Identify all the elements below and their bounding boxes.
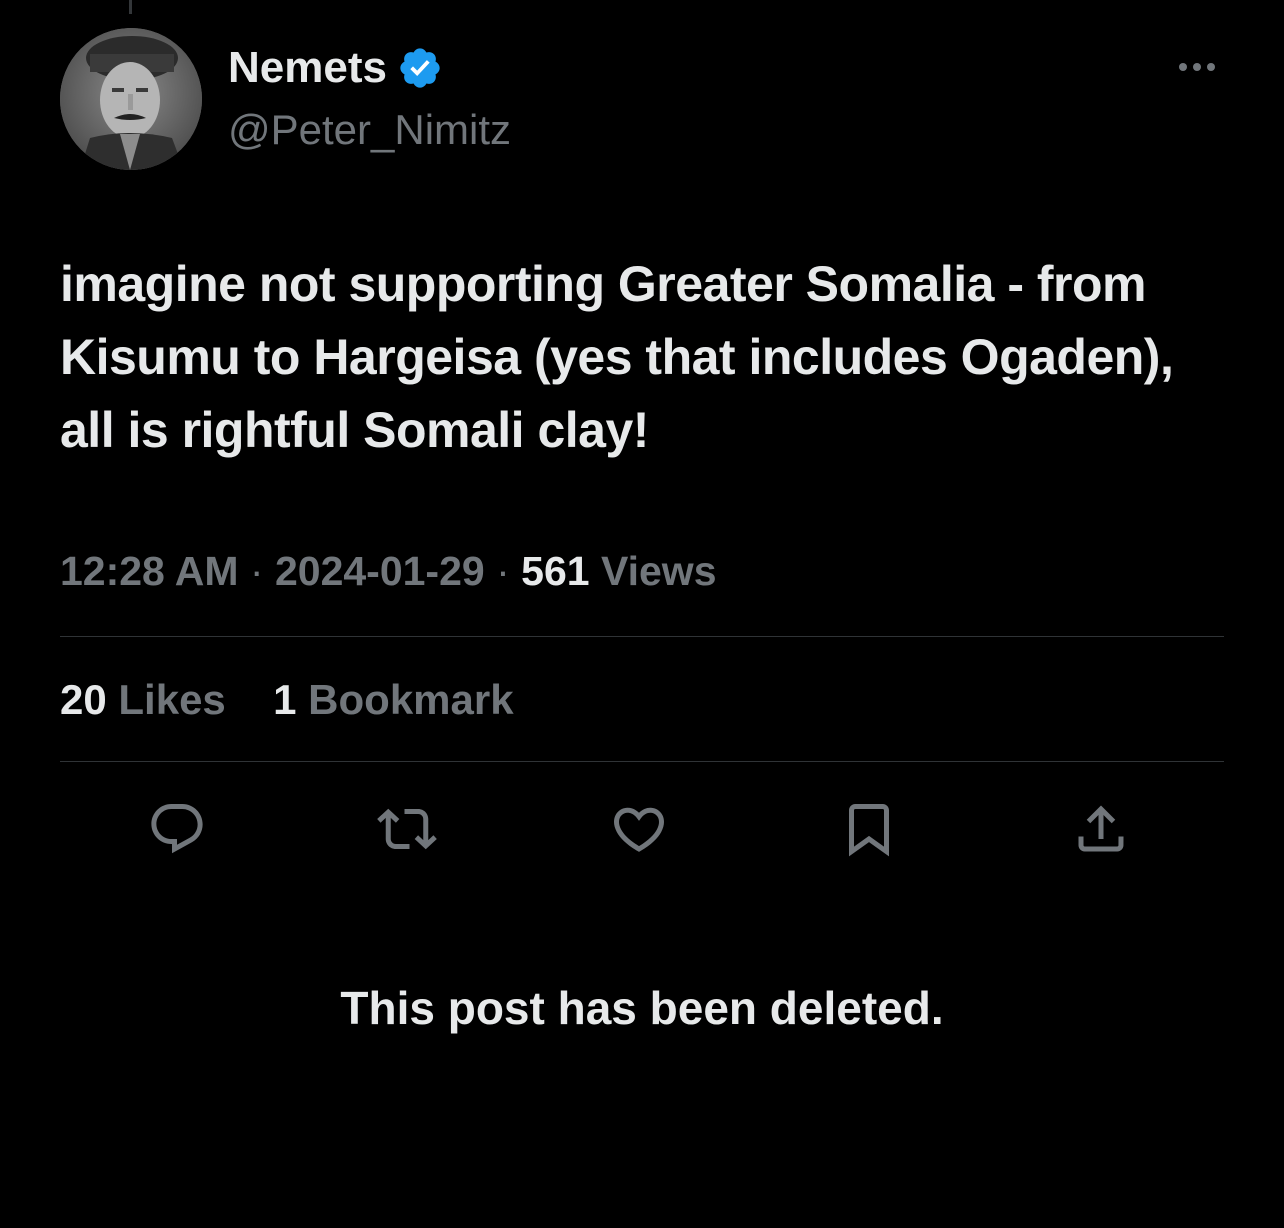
reply-icon: [151, 804, 203, 854]
post-date[interactable]: 2024-01-29: [275, 548, 485, 594]
divider: [60, 636, 1224, 637]
engagement-stats: 20 Likes 1 Bookmark: [60, 670, 514, 730]
reply-button[interactable]: [142, 794, 212, 864]
author-handle[interactable]: @Peter_Nimitz: [228, 104, 511, 156]
share-icon: [1078, 805, 1124, 852]
more-dot-icon: [1193, 63, 1201, 71]
likes-stat[interactable]: 20 Likes: [60, 676, 237, 723]
post-text: imagine not supporting Greater Somalia -…: [60, 256, 1174, 458]
views-label: Views: [601, 548, 717, 594]
likes-label: Likes: [118, 676, 226, 723]
repost-icon: [377, 808, 437, 850]
bookmarks-stat[interactable]: 1 Bookmark: [273, 676, 513, 723]
post-actions-bar: [60, 794, 1224, 864]
author-display-name[interactable]: Nemets: [228, 40, 387, 96]
divider: [60, 761, 1224, 762]
deleted-post-notice: This post has been deleted.: [340, 982, 944, 1034]
post-meta: 12:28 AM · 2024-01-29 · 561 Views: [60, 542, 717, 600]
like-button[interactable]: [604, 794, 674, 864]
more-dot-icon: [1179, 63, 1187, 71]
thread-connector-line: [129, 0, 132, 14]
likes-count: 20: [60, 676, 107, 723]
meta-separator: ·: [496, 548, 510, 594]
post-time[interactable]: 12:28 AM: [60, 548, 239, 594]
avatar[interactable]: [60, 28, 202, 170]
more-options-button[interactable]: [1172, 52, 1222, 82]
bookmarks-label: Bookmark: [308, 676, 514, 723]
more-dot-icon: [1207, 63, 1215, 71]
verified-badge-icon[interactable]: [397, 45, 443, 91]
avatar-portrait-image: [60, 28, 202, 170]
views-count: 561: [521, 548, 590, 594]
share-button[interactable]: [1066, 794, 1136, 864]
meta-separator: ·: [249, 548, 264, 594]
bookmark-icon: [849, 804, 889, 857]
author-name-row: Nemets: [228, 40, 443, 96]
repost-button[interactable]: [372, 794, 442, 864]
bookmarks-count: 1: [273, 676, 297, 723]
bookmark-button[interactable]: [834, 794, 904, 864]
heart-icon: [613, 807, 665, 852]
